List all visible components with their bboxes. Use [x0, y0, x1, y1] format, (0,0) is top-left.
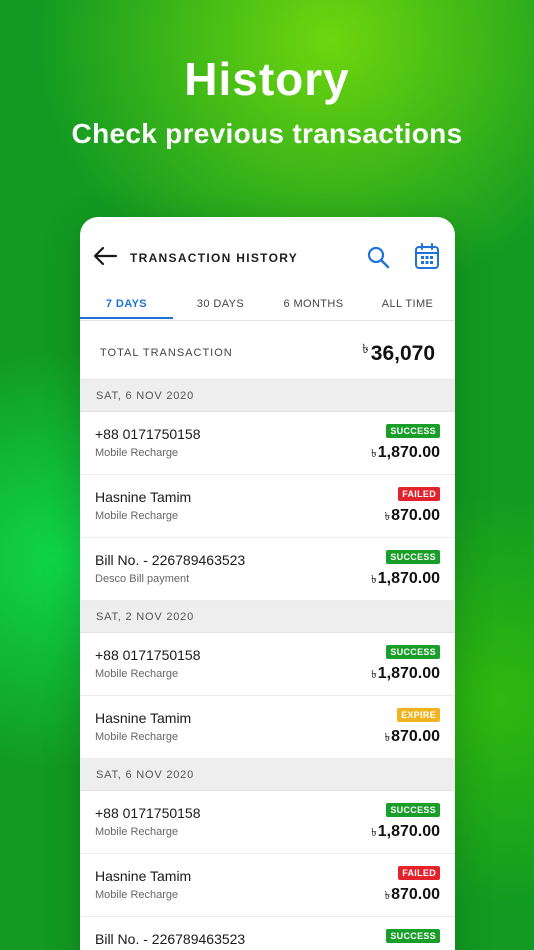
transaction-amount: ৳1,870.00 [371, 444, 440, 464]
status-badge: SUCCESS [386, 803, 440, 817]
transaction-amount: ৳870.00 [385, 886, 440, 906]
total-label: TOTAL TRANSACTION [100, 347, 233, 359]
tab-6-months[interactable]: 6 MONTHS [267, 289, 360, 319]
currency-symbol: ৳ [371, 669, 377, 681]
status-badge: SUCCESS [386, 929, 440, 943]
amount-value: 870.00 [391, 728, 440, 745]
back-button[interactable] [92, 245, 118, 267]
amount-value: 1,870.00 [377, 444, 440, 461]
transaction-name: +88 0171750158 [95, 805, 201, 821]
total-amount-value: 36,070 [370, 342, 435, 365]
transaction-type: Mobile Recharge [95, 826, 179, 838]
date-header: SAT, 6 NOV 2020 [80, 759, 455, 791]
transaction-type: Mobile Recharge [95, 668, 179, 680]
total-transaction-row: TOTAL TRANSACTION ৳36,070 [80, 321, 455, 380]
transaction-row[interactable]: Bill No. - 226789463523 Desco Bill payme… [80, 538, 455, 601]
status-badge: FAILED [398, 866, 440, 880]
status-badge: SUCCESS [386, 424, 440, 438]
transaction-type: Mobile Recharge [95, 510, 179, 522]
arrow-left-icon [93, 246, 118, 266]
currency-symbol: ৳ [371, 448, 377, 460]
transaction-row[interactable]: +88 0171750158 Mobile Recharge SUCCESS ৳… [80, 412, 455, 475]
transaction-type: Mobile Recharge [95, 447, 179, 459]
tab-7-days[interactable]: 7 DAYS [80, 289, 173, 319]
amount-value: 1,870.00 [377, 665, 440, 682]
tab-all-time[interactable]: ALL TIME [361, 289, 454, 319]
status-badge: SUCCESS [386, 550, 440, 564]
transaction-amount: ৳1,870.00 [371, 665, 440, 685]
transaction-type: Mobile Recharge [95, 889, 179, 901]
amount-value: 870.00 [391, 507, 440, 524]
transaction-row[interactable]: Hasnine Tamim Mobile Recharge EXPIRE ৳87… [80, 696, 455, 759]
transaction-name: Bill No. - 226789463523 [95, 931, 246, 947]
transaction-name: +88 0171750158 [95, 647, 201, 663]
status-badge: SUCCESS [386, 645, 440, 659]
amount-value: 1,870.00 [377, 570, 440, 587]
currency-symbol: ৳ [371, 574, 377, 586]
transaction-row[interactable]: Hasnine Tamim Mobile Recharge FAILED ৳87… [80, 854, 455, 917]
total-amount: ৳36,070 [362, 340, 435, 366]
status-badge: EXPIRE [397, 708, 440, 722]
transaction-name: Hasnine Tamim [95, 710, 192, 726]
tab-30-days[interactable]: 30 DAYS [174, 289, 267, 319]
hero-title: History [184, 53, 350, 105]
transaction-row[interactable]: Hasnine Tamim Mobile Recharge FAILED ৳87… [80, 475, 455, 538]
search-button[interactable] [366, 245, 390, 269]
transaction-type: Mobile Recharge [95, 731, 179, 743]
currency-symbol: ৳ [384, 511, 391, 523]
transaction-name: Bill No. - 226789463523 [95, 552, 246, 568]
transaction-amount: ৳870.00 [385, 507, 440, 527]
phone-screen: TRANSACTION HISTORY 7 DAYS 30 DAYS 6 MON… [80, 217, 455, 950]
transaction-row[interactable]: +88 0171750158 Mobile Recharge SUCCESS ৳… [80, 633, 455, 696]
page-title: TRANSACTION HISTORY [130, 251, 299, 265]
currency-symbol: ৳ [384, 732, 391, 744]
transaction-name: Hasnine Tamim [95, 489, 192, 505]
transaction-amount: ৳870.00 [385, 728, 440, 748]
transaction-row[interactable]: Bill No. - 226789463523 SUCCESS [80, 917, 455, 950]
status-badge: FAILED [398, 487, 440, 501]
app-bar: TRANSACTION HISTORY [80, 217, 455, 287]
amount-value: 870.00 [391, 886, 440, 903]
transaction-amount: ৳1,870.00 [371, 570, 440, 590]
transaction-row[interactable]: +88 0171750158 Mobile Recharge SUCCESS ৳… [80, 791, 455, 854]
period-tabs: 7 DAYS 30 DAYS 6 MONTHS ALL TIME [80, 287, 455, 321]
search-icon [367, 246, 390, 269]
date-header: SAT, 2 NOV 2020 [80, 601, 455, 633]
calendar-button[interactable] [414, 242, 440, 270]
hero-subtitle: Check previous transactions [71, 118, 463, 149]
transaction-name: +88 0171750158 [95, 426, 201, 442]
transaction-name: Hasnine Tamim [95, 868, 192, 884]
calendar-icon [415, 243, 439, 269]
currency-symbol: ৳ [362, 341, 369, 356]
currency-symbol: ৳ [384, 890, 391, 902]
amount-value: 1,870.00 [377, 823, 440, 840]
transaction-amount: ৳1,870.00 [371, 823, 440, 843]
date-header: SAT, 6 NOV 2020 [80, 380, 455, 412]
transaction-type: Desco Bill payment [95, 573, 190, 585]
currency-symbol: ৳ [371, 827, 377, 839]
